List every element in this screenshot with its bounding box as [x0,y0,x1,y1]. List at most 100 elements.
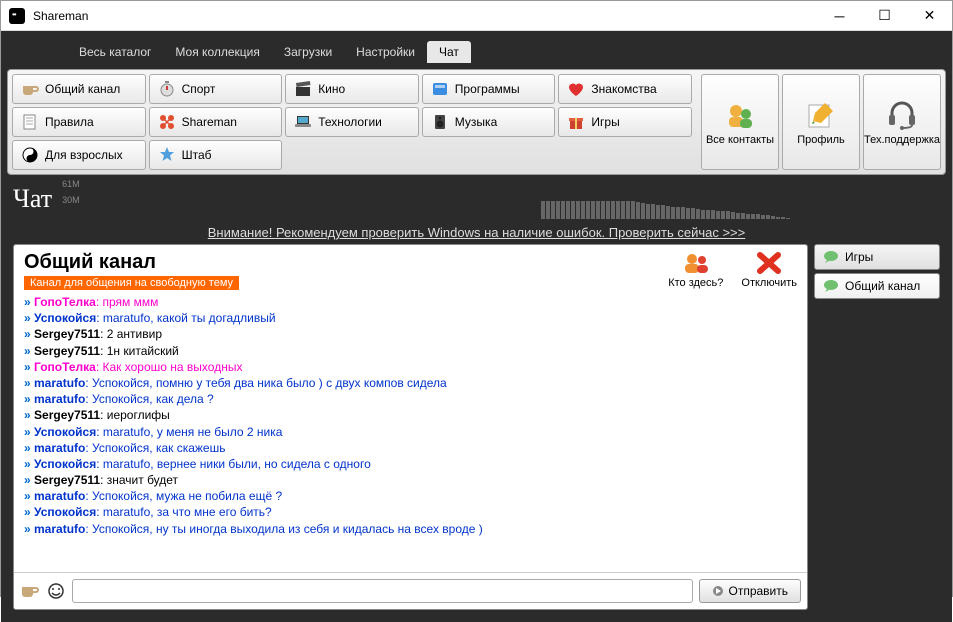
message-text: : maratufo, у меня не было 2 ника [96,425,282,439]
message-user[interactable]: Успокойся [34,457,96,471]
message-text: : maratufo, какой ты догадливый [96,311,275,325]
chart-bar [711,210,715,219]
chart-bar [546,201,550,219]
chart-bar [706,210,710,219]
message-user[interactable]: maratufo [34,392,85,406]
chart-bar [566,201,570,219]
minimize-button[interactable]: ─ [817,1,862,31]
message-user[interactable]: maratufo [34,376,85,390]
arrow-icon: » [24,457,34,471]
chart-bar [616,201,620,219]
message-row: » maratufo: Успокойся, ну ты иногда выхо… [24,521,797,537]
chart-bar [701,210,705,219]
channel-cinema[interactable]: Кино [285,74,419,104]
channel-shareman[interactable]: Shareman [149,107,283,137]
message-user[interactable]: Успокойся [34,425,96,439]
message-user[interactable]: Sergey7511 [34,408,100,422]
message-text: : 1н китайский [100,344,179,358]
channel-label: Общий канал [45,82,120,96]
channel-desc: Канал для общения на свободную тему [24,276,239,290]
contacts-icon [724,99,756,131]
yinyang-icon [21,146,39,164]
message-text: : Успокойся, мужа не побила ещё ? [85,489,282,503]
disconnect-button[interactable]: Отключить [741,251,797,289]
channel-music[interactable]: Музыка [422,107,556,137]
emoji-icon[interactable] [46,582,66,600]
all-contacts-button[interactable]: Все контакты [701,74,779,170]
message-user[interactable]: Sergey7511 [34,473,100,487]
arrow-icon: » [24,408,34,422]
channel-games[interactable]: Игры [558,107,692,137]
menu-catalog[interactable]: Весь каталог [67,41,163,63]
message-row: » maratufo: Успокойся, помню у тебя два … [24,375,797,391]
chart-bar [681,207,685,219]
window-buttons: ─ ☐ ✕ [817,1,952,31]
chat-header: Чат 61M 30M [7,175,946,221]
menubar: Весь каталог Моя коллекция Загрузки Наст… [7,37,946,69]
channel-label: Штаб [182,148,212,162]
chat-title: Чат [13,184,52,214]
message-input[interactable] [72,579,693,603]
channel-label: Кино [318,82,345,96]
menu-collection[interactable]: Моя коллекция [163,41,271,63]
star-icon [158,146,176,164]
maximize-button[interactable]: ☐ [862,1,907,31]
chart-bar [696,209,700,219]
chart-bar [676,207,680,219]
chart-bar [551,201,555,219]
chart-bar [666,206,670,219]
toolbar: Общий канал Спорт Кино Программы Знакомс… [7,69,946,175]
message-text: : maratufo, за что мне его бить? [96,505,272,519]
button-label: Профиль [797,134,845,146]
menu-chat[interactable]: Чат [427,41,471,63]
sidebar: Игры Общий канал [814,244,940,610]
channel-hq[interactable]: Штаб [149,140,283,170]
message-user[interactable]: maratufo [34,489,85,503]
notice-link[interactable]: Внимание! Рекомендуем проверить Windows … [208,225,745,240]
sidebar-item-games[interactable]: Игры [814,244,940,270]
menu-downloads[interactable]: Загрузки [272,41,344,63]
chart-bar [756,214,760,219]
channel-label: Shareman [182,115,237,129]
message-text: : 2 антивир [100,327,162,341]
message-user[interactable]: Sergey7511 [34,344,100,358]
message-user[interactable]: ГопоТелка [34,360,96,374]
message-user[interactable]: maratufo [34,522,85,536]
channel-adult[interactable]: Для взрослых [12,140,146,170]
message-row: » maratufo: Успокойся, как скажешь [24,440,797,456]
chart-bar [571,201,575,219]
messages-list[interactable]: » ГопоТелка: прям ммм» Успокойся: maratu… [14,292,807,572]
send-button[interactable]: Отправить [699,579,801,603]
channel-sport[interactable]: Спорт [149,74,283,104]
chart-bar [746,214,750,219]
message-user[interactable]: Успокойся [34,505,96,519]
channel-programs[interactable]: Программы [422,74,556,104]
message-user[interactable]: ГопоТелка [34,295,96,309]
close-button[interactable]: ✕ [907,1,952,31]
chart-bar [751,214,755,219]
message-text: : Успокойся, ну ты иногда выходила из се… [85,522,482,536]
chart-bar [651,204,655,219]
sidebar-label: Игры [845,250,873,264]
message-row: » Успокойся: maratufo, какой ты догадлив… [24,310,797,326]
message-user[interactable]: Sergey7511 [34,327,100,341]
message-row: » Успокойся: maratufo, у меня не было 2 … [24,424,797,440]
chart-bar [596,201,600,219]
message-row: » ГопоТелка: прям ммм [24,294,797,310]
chart-bar [731,212,735,219]
channel-rules[interactable]: Правила [12,107,146,137]
who-here-button[interactable]: Кто здесь? [668,251,723,289]
message-user[interactable]: maratufo [34,441,85,455]
channel-dating[interactable]: Знакомства [558,74,692,104]
menu-settings[interactable]: Настройки [344,41,427,63]
message-user[interactable]: Успокойся [34,311,96,325]
profile-button[interactable]: Профиль [782,74,860,170]
channel-general[interactable]: Общий канал [12,74,146,104]
channel-tech[interactable]: Технологии [285,107,419,137]
profile-icon [805,99,837,131]
chart-bar [631,201,635,219]
send-label: Отправить [728,584,788,598]
sidebar-item-general[interactable]: Общий канал [814,273,940,299]
support-button[interactable]: Тех.поддержка [863,74,941,170]
chat-actions: Кто здесь? Отключить [668,251,797,289]
